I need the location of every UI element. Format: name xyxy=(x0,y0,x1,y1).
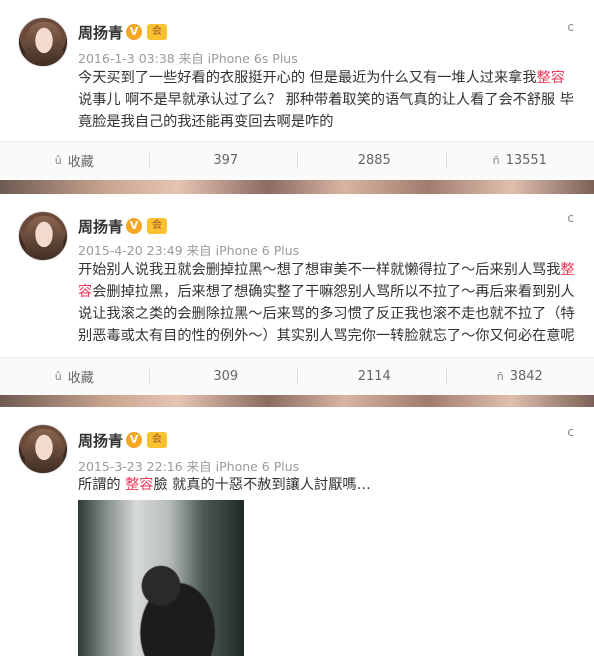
comment-count: 2114 xyxy=(357,369,391,384)
member-badge-icon: 会 xyxy=(147,24,167,40)
like-icon: ñ xyxy=(492,154,500,167)
repost-button[interactable]: 309 xyxy=(148,358,298,395)
post-meta[interactable]: 2015-4-20 23:49 来自 iPhone 6 Plus xyxy=(78,240,299,259)
comment-button[interactable]: 2114 xyxy=(297,358,446,395)
background-photo-strip xyxy=(0,395,594,407)
post-text-segment: 开始别人说我丑就会删掉拉黑～想了想审美不一样就懒得拉了～后来别人骂我 xyxy=(78,262,561,278)
comment-count: 2885 xyxy=(357,153,391,168)
favorite-label: 收藏 xyxy=(67,371,94,386)
post-text-segment: 说事儿 啊不是早就承认过了么？ 那种带着取笑的语气真的让人看了会不舒服 毕竟脸是… xyxy=(78,92,574,130)
background-photo-strip xyxy=(0,180,594,194)
post-menu-chevron-icon[interactable]: c xyxy=(567,425,574,439)
post-text: 开始别人说我丑就会删掉拉黑～想了想审美不一样就懒得拉了～后来别人骂我整容会删掉拉… xyxy=(78,259,578,347)
user-name[interactable]: 周扬青 xyxy=(78,430,123,451)
post-text-segment: 臉 就真的十惡不赦到讓人討厭嗎… xyxy=(153,477,371,493)
post-toolbar: û 收藏 397 2885 ñ 13551 xyxy=(0,141,594,179)
user-name[interactable]: 周扬青 xyxy=(78,216,123,237)
favorite-button[interactable]: û 收藏 xyxy=(0,358,149,395)
repost-count: 309 xyxy=(213,369,239,384)
like-count: 13551 xyxy=(505,153,547,168)
member-badge-icon: 会 xyxy=(147,432,167,448)
weibo-post-1: 周扬青 V 会 c 2016-1-3 03:38 来自 iPhone 6s Pl… xyxy=(0,0,594,180)
avatar[interactable] xyxy=(18,211,68,261)
like-icon: ñ xyxy=(496,370,504,383)
member-badge-icon: 会 xyxy=(147,218,167,234)
repost-count: 397 xyxy=(213,153,239,168)
favorite-icon: û xyxy=(54,154,62,167)
comment-button[interactable]: 2885 xyxy=(297,142,446,179)
highlight-keyword[interactable]: 整容 xyxy=(537,70,565,86)
post-menu-chevron-icon[interactable]: c xyxy=(567,211,574,225)
verified-badge-icon: V xyxy=(126,24,142,40)
post-toolbar: û 收藏 309 2114 ñ 3842 xyxy=(0,357,594,395)
verified-badge-icon: V xyxy=(126,432,142,448)
favorite-label: 收藏 xyxy=(67,155,94,170)
post-text: 今天买到了一些好看的衣服挺开心的 但是最近为什么又有一堆人过来拿我整容说事儿 啊… xyxy=(78,67,578,133)
highlight-keyword[interactable]: 整容 xyxy=(125,477,153,493)
post-image-thumbnail[interactable] xyxy=(78,500,244,656)
post-text-segment: 所謂的 xyxy=(78,477,126,493)
post-text-segment: 会删掉拉黑，后来想了想确实整了干嘛怨别人骂所以不拉了～再后来看到别人说让我滚之类… xyxy=(78,284,575,344)
weibo-post-2: 周扬青 V 会 c 2015-4-20 23:49 来自 iPhone 6 Pl… xyxy=(0,194,594,395)
post-menu-chevron-icon[interactable]: c xyxy=(567,20,574,34)
like-count: 3842 xyxy=(509,369,543,384)
favorite-icon: û xyxy=(54,370,62,383)
post-text-segment: 今天买到了一些好看的衣服挺开心的 但是最近为什么又有一堆人过来拿我 xyxy=(78,70,537,86)
like-button[interactable]: ñ 13551 xyxy=(445,142,594,179)
post-meta[interactable]: 2016-1-3 03:38 来自 iPhone 6s Plus xyxy=(78,48,298,67)
avatar[interactable] xyxy=(18,17,68,67)
avatar[interactable] xyxy=(18,424,68,474)
user-name[interactable]: 周扬青 xyxy=(78,22,123,43)
favorite-button[interactable]: û 收藏 xyxy=(0,142,149,179)
post-text: 所謂的 整容臉 就真的十惡不赦到讓人討厭嗎… xyxy=(78,474,578,496)
repost-button[interactable]: 397 xyxy=(148,142,298,179)
post-meta[interactable]: 2015-3-23 22:16 来自 iPhone 6 Plus xyxy=(78,456,299,475)
verified-badge-icon: V xyxy=(126,218,142,234)
like-button[interactable]: ñ 3842 xyxy=(445,358,594,395)
